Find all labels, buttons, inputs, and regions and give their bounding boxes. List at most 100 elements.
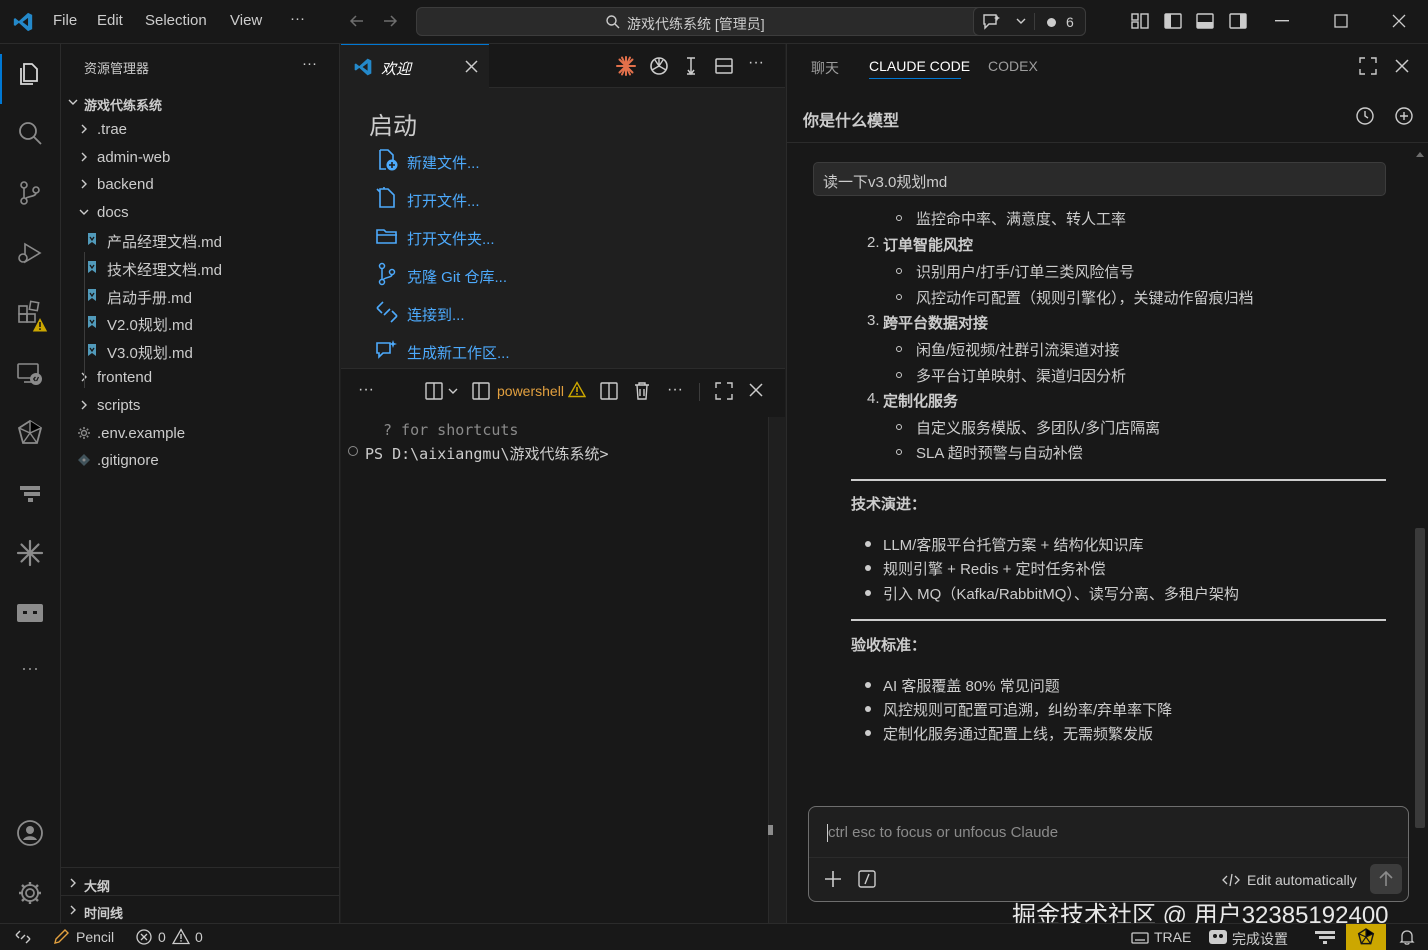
terminal-actions-more[interactable]: ··· <box>667 381 683 399</box>
explorer-icon[interactable] <box>15 58 45 88</box>
slash-command-icon[interactable] <box>858 870 876 888</box>
tree-item-label: .env.example <box>97 424 186 442</box>
tab-codex[interactable]: CODEX <box>988 58 1038 74</box>
send-button[interactable] <box>1370 864 1402 894</box>
codex-icon[interactable] <box>15 598 45 628</box>
agent-status-badge[interactable] <box>1346 924 1386 950</box>
run-debug-icon[interactable] <box>15 238 45 268</box>
tree-folder-row[interactable]: .trae <box>61 116 340 143</box>
content-line: SLA 超时预警与自动补偿 <box>916 445 1083 462</box>
openai-icon[interactable] <box>648 55 670 77</box>
maximize-icon[interactable] <box>1334 14 1348 28</box>
tree-file-row[interactable]: 产品经理文档.md <box>61 226 340 253</box>
menu-edit[interactable]: Edit <box>97 12 123 29</box>
tree-folder-row[interactable]: backend <box>61 171 340 198</box>
tree-file-row[interactable]: .env.example <box>61 420 340 447</box>
terminal-more-button[interactable]: ··· <box>358 381 374 399</box>
menu-selection[interactable]: Selection <box>145 12 207 29</box>
new-chat-icon[interactable] <box>1394 106 1414 126</box>
search-icon[interactable] <box>15 118 45 148</box>
tab-chat[interactable]: 聊天 <box>811 58 839 78</box>
menu-view[interactable]: View <box>230 12 262 29</box>
deploy-status-icon[interactable] <box>1314 929 1336 945</box>
terminal-prompt[interactable]: PS D:\aixiangmu\游戏代练系统> <box>365 443 609 464</box>
close-window-icon[interactable] <box>1392 14 1406 28</box>
tree-folder-row[interactable]: docs <box>61 199 340 226</box>
tree-file-row[interactable]: 启动手册.md <box>61 282 340 309</box>
timeline-section[interactable]: 时间线 <box>61 897 340 924</box>
tab-welcome-label: 欢迎 <box>381 61 412 78</box>
warning-icon[interactable] <box>172 928 190 945</box>
close-panel-icon[interactable] <box>749 383 763 397</box>
toggle-panel-icon[interactable] <box>1195 11 1215 31</box>
claude-input-box[interactable]: ctrl esc to focus or unfocus Claude Edit… <box>808 806 1409 902</box>
tree-file-row[interactable]: .gitignore <box>61 447 340 474</box>
finish-setup-status[interactable]: 完成设置 <box>1232 929 1288 949</box>
maximize-panel-icon[interactable] <box>715 382 733 400</box>
ai-agent-icon[interactable] <box>15 418 45 448</box>
tree-folder-row[interactable]: admin-web <box>61 144 340 171</box>
content-line: 风控规则可配置可追溯，纠纷率/弃单率下降 <box>883 702 1173 719</box>
tree-file-row[interactable]: V3.0规划.md <box>61 337 340 364</box>
chevron-down-icon[interactable] <box>448 387 458 395</box>
close-panel-icon[interactable] <box>1395 59 1409 73</box>
user-message-bubble[interactable]: 读一下v3.0规划md <box>813 162 1386 196</box>
expand-icon[interactable] <box>1359 57 1377 75</box>
claude-starburst-icon[interactable] <box>615 55 637 77</box>
account-icon[interactable] <box>15 818 45 848</box>
chat-scrollbar[interactable] <box>1414 148 1426 838</box>
edit-mode-toggle[interactable]: Edit automatically <box>1247 872 1357 888</box>
error-count[interactable]: 0 <box>158 929 166 945</box>
tree-folder-row[interactable]: frontend <box>61 364 340 391</box>
terminal-panel: ··· powershell ··· ? for shortcuts PS D:… <box>341 368 785 924</box>
menu-more[interactable]: ··· <box>290 10 305 27</box>
layout-customize-icon[interactable] <box>1130 11 1150 31</box>
menu-file[interactable]: File <box>53 12 77 29</box>
markdown-file-icon <box>85 232 99 248</box>
content-line: 监控命中率、满意度、转人工率 <box>916 211 1127 228</box>
git-compare-icon[interactable] <box>681 56 701 76</box>
explorer-more-button[interactable]: ··· <box>302 55 317 72</box>
terminal-shell-name[interactable]: powershell <box>497 383 564 399</box>
pencil-status[interactable]: Pencil <box>76 929 114 945</box>
content-line: 多平台订单映射、渠道归因分析 <box>916 368 1127 385</box>
history-clock-icon[interactable] <box>1355 106 1375 126</box>
workspace-root[interactable]: 游戏代练系统 <box>61 89 340 116</box>
split-terminal-icon[interactable] <box>600 382 618 400</box>
minimize-icon[interactable] <box>1275 20 1289 22</box>
warning-count[interactable]: 0 <box>195 929 203 945</box>
scroll-thumb[interactable] <box>1415 528 1425 828</box>
deploy-icon[interactable] <box>15 478 45 508</box>
more-views-icon[interactable]: ··· <box>15 658 45 688</box>
chevron-down-icon[interactable] <box>1016 17 1026 25</box>
command-center-search[interactable]: 游戏代练系统 [管理员] <box>416 7 988 36</box>
remote-indicator-icon[interactable] <box>14 928 32 946</box>
outline-section[interactable]: 大纲 <box>61 870 340 897</box>
layout-split-icon[interactable] <box>425 382 445 400</box>
editor-more-button[interactable]: ··· <box>748 54 764 72</box>
tree-folder-row[interactable]: scripts <box>61 392 340 419</box>
trae-status[interactable]: TRAE <box>1154 929 1191 945</box>
tree-file-row[interactable]: V2.0规划.md <box>61 309 340 336</box>
tab-claude-code[interactable]: CLAUDE CODE <box>869 58 970 74</box>
trash-icon[interactable] <box>633 381 651 400</box>
add-attachment-icon[interactable] <box>824 870 842 888</box>
agent-status-control[interactable]: 6 <box>973 7 1086 36</box>
toggle-secondary-sidebar-icon[interactable] <box>1228 11 1248 31</box>
forward-arrow-icon[interactable] <box>380 11 400 31</box>
toggle-primary-sidebar-icon[interactable] <box>1163 11 1183 31</box>
tree-file-row[interactable]: 技术经理文档.md <box>61 254 340 281</box>
close-tab-icon[interactable] <box>465 60 478 73</box>
chevron-right-icon <box>66 903 80 917</box>
tab-welcome[interactable]: 欢迎 <box>341 44 489 88</box>
terminal-scrollbar[interactable] <box>768 417 785 924</box>
split-editor-icon[interactable] <box>714 56 734 76</box>
settings-gear-icon[interactable] <box>15 878 45 908</box>
notification-bell-icon[interactable] <box>1398 928 1416 946</box>
error-icon[interactable] <box>136 929 152 945</box>
terminal-tab-icon[interactable] <box>472 382 490 400</box>
claude-sparkle-icon[interactable] <box>15 538 45 568</box>
remote-explorer-icon[interactable] <box>15 358 45 388</box>
back-arrow-icon[interactable] <box>347 11 367 31</box>
source-control-icon[interactable] <box>15 178 45 208</box>
